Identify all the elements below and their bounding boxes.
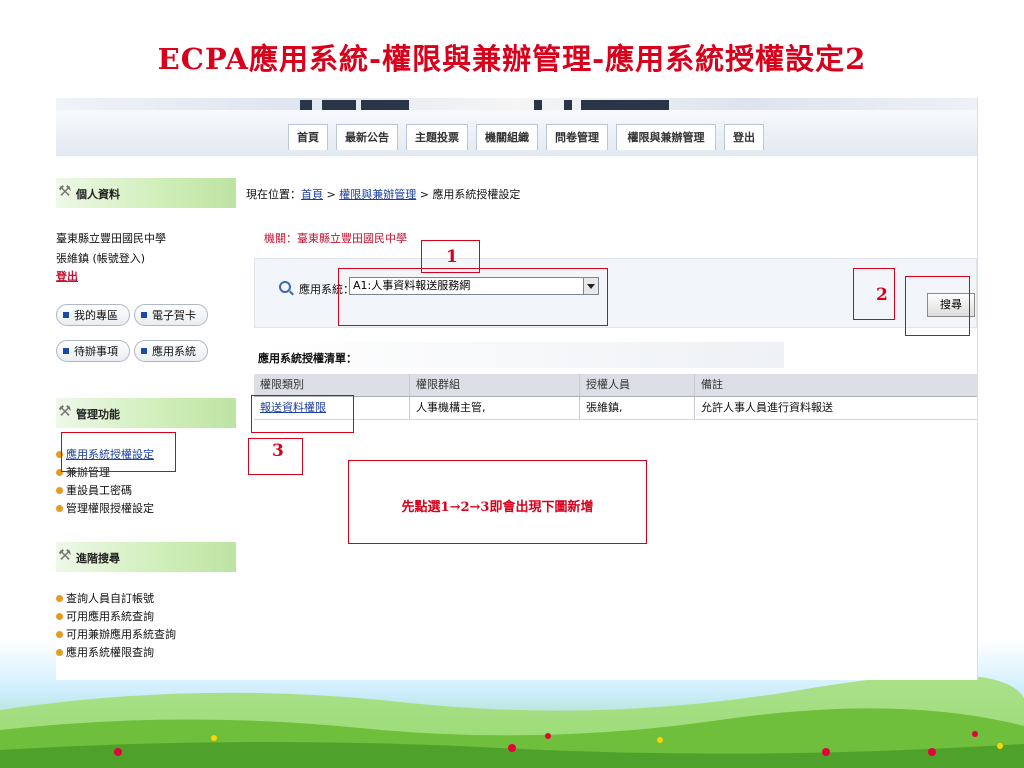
bullet-icon (56, 648, 63, 656)
table-cell: 人事機構主管, (409, 397, 579, 419)
bullet-icon (56, 504, 63, 512)
nav-survey[interactable]: 問卷管理 (546, 124, 608, 150)
nav-logout[interactable]: 登出 (724, 124, 764, 150)
advanced-section-header: ⚒ 進階搜尋 (56, 542, 236, 572)
instruction-text: 先點選1→2→3即會出現下圖新增 (401, 500, 594, 515)
step3-label: 3 (272, 441, 284, 461)
app-system-button[interactable]: 應用系統 (134, 340, 208, 362)
ecard-button[interactable]: 電子賀卡 (134, 304, 208, 326)
todo-button[interactable]: 待辦事項 (56, 340, 130, 362)
step2-label: 2 (876, 285, 888, 305)
admin-item-reset-password[interactable]: 重設員工密碼 (56, 482, 132, 498)
search-icon (279, 281, 291, 293)
step1-highlight-box (338, 268, 608, 326)
step1-label: 1 (446, 247, 458, 267)
my-area-button[interactable]: 我的專區 (56, 304, 130, 326)
bullet-icon (56, 612, 63, 620)
hammer-icon: ⚒ (58, 402, 72, 420)
org-name: 臺東縣立豐田國民中學 (56, 232, 166, 245)
column-header: 權限類別 (260, 378, 304, 391)
advanced-item-concurrent-apps[interactable]: 可用兼辦應用系統查詢 (56, 626, 176, 642)
personal-section-title: 個人資料 (76, 188, 120, 201)
advanced-item-app-permissions[interactable]: 應用系統權限查詢 (56, 644, 154, 660)
square-bullet-icon (141, 312, 147, 318)
logout-link[interactable]: 登出 (56, 268, 78, 284)
advanced-item-available-apps[interactable]: 可用應用系統查詢 (56, 608, 154, 624)
nav-permissions[interactable]: 權限與兼辦管理 (616, 124, 716, 150)
column-header: 權限群組 (409, 374, 579, 396)
breadcrumb-current: 應用系統授權設定 (432, 188, 521, 201)
admin-section-header: ⚒ 管理功能 (56, 398, 236, 428)
table-row: 報送資料權限 人事機構主管, 張維鎮, 允許人事人員進行資料報送 (254, 397, 977, 420)
column-header: 備註 (694, 374, 977, 396)
user-name: 張維鎮 (帳號登入) (56, 252, 146, 265)
column-header: 授權人員 (579, 374, 694, 396)
nav-voting[interactable]: 主題投票 (406, 124, 468, 150)
square-bullet-icon (63, 312, 69, 318)
step3-highlight-box (251, 395, 354, 433)
step2-label-box (853, 268, 895, 320)
admin-section-title: 管理功能 (76, 408, 120, 421)
agency-label: 機關：臺東縣立豐田國民中學 (264, 232, 407, 245)
bullet-icon (56, 594, 63, 602)
instruction-note: 先點選1→2→3即會出現下圖新增 (348, 460, 647, 544)
nav-home[interactable]: 首頁 (288, 124, 328, 150)
table-cell: 允許人事人員進行資料報送 (694, 397, 977, 419)
sidebar: ⚒ 個人資料 臺東縣立豐田國民中學 張維鎮 (帳號登入) 登出 我的專區 電子賀… (56, 158, 236, 680)
personal-section-header: ⚒ 個人資料 (56, 178, 236, 208)
slide-title: ECPA應用系統-權限與兼辦管理-應用系統授權設定2 (157, 42, 867, 76)
table-header: 權限類別 權限群組 授權人員 備註 (254, 374, 977, 397)
hammer-icon: ⚒ (58, 182, 72, 200)
sidebar-highlight-box (61, 432, 176, 472)
top-navigation: 首頁 最新公告 主題投票 機關組織 問卷管理 權限與兼辦管理 登出 (56, 110, 977, 156)
advanced-section-title: 進階搜尋 (76, 552, 120, 565)
nav-organization[interactable]: 機關組織 (476, 124, 538, 150)
step2-highlight-box (905, 276, 970, 336)
table-cell: 張維鎮, (579, 397, 694, 419)
square-bullet-icon (141, 348, 147, 354)
list-title: 應用系統授權清單： (258, 352, 357, 365)
bullet-icon (56, 630, 63, 638)
site-banner (56, 98, 977, 110)
nav-announcements[interactable]: 最新公告 (336, 124, 398, 150)
admin-item-manage-auth[interactable]: 管理權限授權設定 (56, 500, 154, 516)
breadcrumb: 現在位置：首頁 > 權限與兼辦管理 > 應用系統授權設定 (246, 188, 521, 201)
bullet-icon (56, 486, 63, 494)
advanced-item-custom-account[interactable]: 查詢人員自訂帳號 (56, 590, 154, 606)
breadcrumb-home[interactable]: 首頁 (301, 188, 323, 201)
ecpa-screenshot: 首頁 最新公告 主題投票 機關組織 問卷管理 權限與兼辦管理 登出 ⚒ 個人資料… (56, 98, 978, 680)
breadcrumb-section[interactable]: 權限與兼辦管理 (339, 188, 416, 201)
hammer-icon: ⚒ (58, 546, 72, 564)
square-bullet-icon (63, 348, 69, 354)
